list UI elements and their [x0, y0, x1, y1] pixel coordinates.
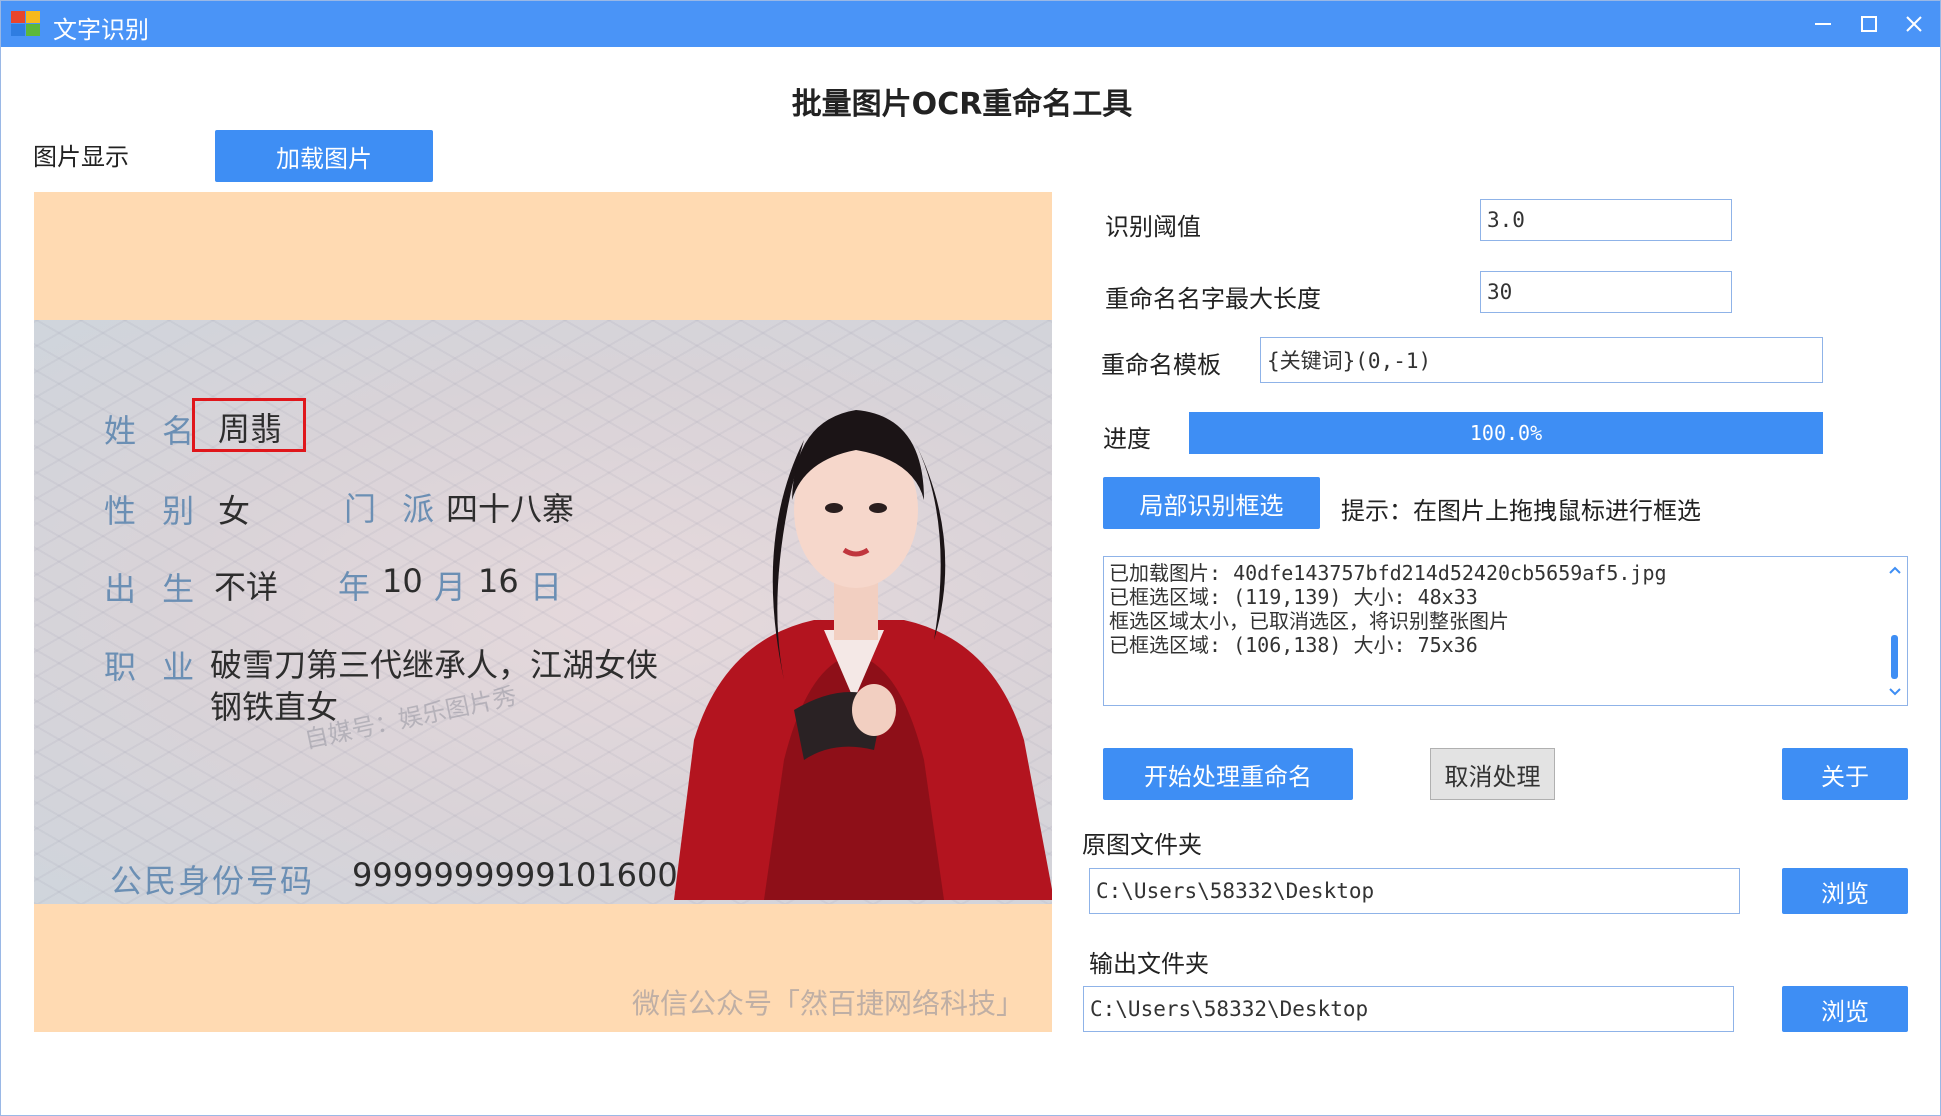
card-birth-label: 出 生 [104, 570, 203, 608]
source-folder-label: 原图文件夹 [1082, 831, 1202, 859]
close-icon [1906, 16, 1922, 32]
progress-text: 100.0% [1469, 421, 1543, 445]
source-folder-input[interactable]: C:\Users\58332\Desktop [1089, 868, 1740, 914]
app-icon [11, 11, 40, 36]
threshold-label: 识别阈值 [1105, 213, 1201, 241]
card-sex-label: 性 别 [104, 492, 203, 530]
maximize-icon [1861, 16, 1877, 32]
region-select-button[interactable]: 局部识别框选 [1103, 477, 1320, 529]
log-line: 已框选区域: (106,138) 大小: 75x36 [1109, 633, 1478, 657]
progress-label: 进度 [1103, 425, 1151, 453]
log-line: 已加载图片: 40dfe143757bfd214d52420cb5659af5.… [1109, 561, 1667, 585]
output-browse-button[interactable]: 浏览 [1782, 986, 1908, 1032]
load-image-button[interactable]: 加载图片 [215, 130, 433, 182]
id-card-image: 姓 名 周翡 性 别 女 门 派 四十八寨 出 生 不详 年 10 月 16 日… [34, 320, 1052, 904]
log-textbox[interactable]: 已加载图片: 40dfe143757bfd214d52420cb5659af5.… [1103, 556, 1908, 706]
title-bar: 文字识别 [1, 1, 1940, 47]
window-title: 文字识别 [53, 16, 149, 44]
log-line: 已框选区域: (119,139) 大小: 48x33 [1109, 585, 1478, 609]
output-folder-label: 输出文件夹 [1089, 950, 1209, 978]
app-window: 文字识别 批量图片OCR重命名工具 图片显示 加载图片 姓 名 周翡 性 别 女… [0, 0, 1941, 1116]
card-month-value: 10 [382, 562, 423, 600]
image-watermark: 微信公众号「然百捷网络科技」 [632, 987, 1025, 1020]
log-content: 已加载图片: 40dfe143757bfd214d52420cb5659af5.… [1109, 561, 1869, 657]
start-rename-button[interactable]: 开始处理重命名 [1103, 748, 1353, 800]
progress-bar: 100.0% [1189, 412, 1823, 454]
minimize-icon [1815, 23, 1831, 25]
close-button[interactable] [1894, 5, 1934, 43]
log-scrollbar[interactable] [1883, 557, 1907, 705]
card-sect-value: 四十八寨 [446, 490, 575, 528]
minimize-button[interactable] [1803, 5, 1843, 43]
card-sect-label: 门 派 [344, 490, 443, 528]
log-line: 框选区域太小，已取消选区，将识别整张图片 [1109, 609, 1509, 633]
image-display-label: 图片显示 [33, 143, 129, 171]
max-length-label: 重命名名字最大长度 [1105, 285, 1321, 313]
card-id-label: 公民身份号码 [110, 862, 315, 900]
selection-box [192, 398, 306, 452]
template-label: 重命名模板 [1101, 351, 1221, 379]
card-job-line1: 破雪刀第三代继承人，江湖女侠 [210, 646, 659, 684]
about-button[interactable]: 关于 [1782, 748, 1908, 800]
portrait-image [674, 410, 1052, 900]
threshold-input[interactable]: 3.0 [1480, 199, 1732, 241]
image-display-area[interactable]: 姓 名 周翡 性 别 女 门 派 四十八寨 出 生 不详 年 10 月 16 日… [34, 192, 1052, 1032]
page-title: 批量图片OCR重命名工具 [791, 87, 1133, 122]
card-month-label: 月 [434, 568, 475, 606]
maximize-button[interactable] [1849, 5, 1889, 43]
source-browse-button[interactable]: 浏览 [1782, 868, 1908, 914]
card-year-label: 年 [338, 568, 379, 606]
max-length-input[interactable]: 30 [1480, 271, 1732, 313]
template-input[interactable]: {关键词}(0,-1) [1260, 337, 1823, 383]
card-birth-value: 不详 [214, 568, 279, 606]
region-hint: 提示：在图片上拖拽鼠标进行框选 [1341, 497, 1701, 525]
card-day-value: 16 [478, 562, 519, 600]
scroll-up-icon[interactable] [1888, 565, 1902, 575]
card-sex-value: 女 [218, 492, 251, 530]
scroll-thumb[interactable] [1891, 635, 1898, 679]
card-name-label: 姓 名 [104, 412, 203, 450]
output-folder-input[interactable]: C:\Users\58332\Desktop [1083, 986, 1734, 1032]
cancel-processing-button[interactable]: 取消处理 [1430, 748, 1555, 800]
card-job-label: 职 业 [104, 648, 203, 686]
card-day-label: 日 [530, 568, 571, 606]
scroll-down-icon[interactable] [1888, 687, 1902, 697]
